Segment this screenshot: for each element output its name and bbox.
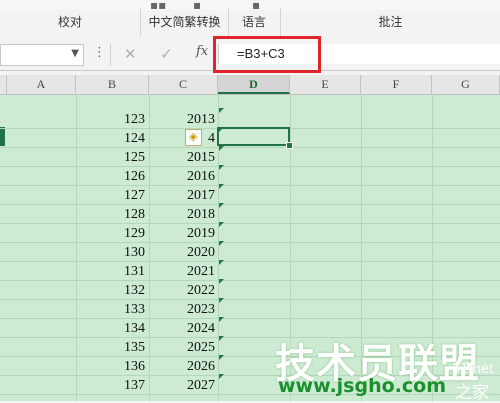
cell-b[interactable]: 123 [76,110,145,129]
ribbon-icon[interactable]: ▪▪ [150,0,166,12]
enter-icon[interactable]: ✓ [160,45,173,63]
grid-line [0,185,500,186]
cell-b[interactable]: 132 [76,281,145,300]
cell-b[interactable]: 133 [76,300,145,319]
watermark-url: www.jsgho.com [278,375,446,397]
column-header-f[interactable]: F [361,75,432,94]
ribbon-top-strip [0,0,500,10]
active-cell-d3[interactable] [217,127,290,146]
ribbon-icon[interactable]: ▪ [193,0,201,12]
text-number-indicator-icon [219,298,224,303]
grid-line [0,242,500,243]
cell-c[interactable]: 4 [149,129,215,148]
watermark-side-text: 51.net [452,362,495,377]
cell-c[interactable]: 2017 [149,186,215,205]
select-all-corner[interactable] [0,75,7,94]
ribbon-group-proofing: 校对 [57,15,82,29]
text-number-indicator-icon [219,203,224,208]
column-header-d[interactable]: D [218,75,290,94]
ribbon-group-chinese-conversion: 中文简繁转换 [148,15,221,29]
error-warning-icon[interactable]: ◈ [185,129,202,146]
column-header-e[interactable]: E [290,75,361,94]
formula-highlight-box [213,36,321,73]
cell-c[interactable]: 2015 [149,148,215,167]
text-number-indicator-icon [219,279,224,284]
cell-b[interactable]: 134 [76,319,145,338]
cell-c[interactable]: 2016 [149,167,215,186]
cancel-icon[interactable]: ✕ [124,45,137,63]
grid-line [0,261,500,262]
text-number-indicator-icon [219,260,224,265]
text-number-indicator-icon [219,374,224,379]
cell-c[interactable]: 2023 [149,300,215,319]
grid-line [0,318,500,319]
cell-c[interactable]: 2019 [149,224,215,243]
cell-b[interactable]: 129 [76,224,145,243]
watermark-side-text-2: 之家 [455,383,489,403]
cell-c[interactable]: 2013 [149,110,215,129]
ribbon-group-comments: 批注 [378,15,403,29]
fill-handle[interactable] [286,142,293,149]
grid-line [0,166,500,167]
cell-c[interactable]: 2027 [149,376,215,395]
name-box[interactable]: ▼ [0,44,84,66]
grid-line [0,299,500,300]
insert-function-icon[interactable]: fx [196,44,208,59]
cell-c[interactable]: 2025 [149,338,215,357]
cell-b[interactable]: 130 [76,243,145,262]
cell-c[interactable]: 2024 [149,319,215,338]
grid-line [0,204,500,205]
cell-c[interactable]: 2022 [149,281,215,300]
cell-c[interactable]: 2018 [149,205,215,224]
ribbon-group-language: 语言 [241,15,266,29]
text-number-indicator-icon [219,146,224,151]
more-options-icon[interactable]: ⋮ [93,45,106,60]
grid-line [0,223,500,224]
active-row-marker [0,127,5,146]
text-number-indicator-icon [219,184,224,189]
grid-line [0,280,500,281]
cell-c[interactable]: 2026 [149,357,215,376]
cell-b[interactable]: 135 [76,338,145,357]
ribbon-icon[interactable]: ▪ [252,0,260,12]
cell-b[interactable]: 126 [76,167,145,186]
cell-b[interactable]: 127 [76,186,145,205]
text-number-indicator-icon [219,317,224,322]
text-number-indicator-icon [219,108,224,113]
grid-line [0,147,500,148]
cell-b[interactable]: 125 [76,148,145,167]
text-number-indicator-icon [219,336,224,341]
cell-b[interactable]: 128 [76,205,145,224]
text-number-indicator-icon [219,241,224,246]
text-number-indicator-icon [219,165,224,170]
cell-b[interactable]: 124 [76,129,145,148]
cell-c[interactable]: 2020 [149,243,215,262]
warning-diamond-icon: ◈ [189,130,198,143]
column-header-a[interactable]: A [7,75,76,94]
text-number-indicator-icon [219,355,224,360]
column-header-c[interactable]: C [149,75,218,94]
cell-c[interactable]: 2021 [149,262,215,281]
formula-divider [110,44,111,66]
cell-b[interactable]: 136 [76,357,145,376]
cell-b[interactable]: 131 [76,262,145,281]
cell-b[interactable]: 137 [76,376,145,395]
column-header-b[interactable]: B [76,75,149,94]
column-header-g[interactable]: G [432,75,500,94]
text-number-indicator-icon [219,222,224,227]
chevron-down-icon[interactable]: ▼ [71,48,79,59]
